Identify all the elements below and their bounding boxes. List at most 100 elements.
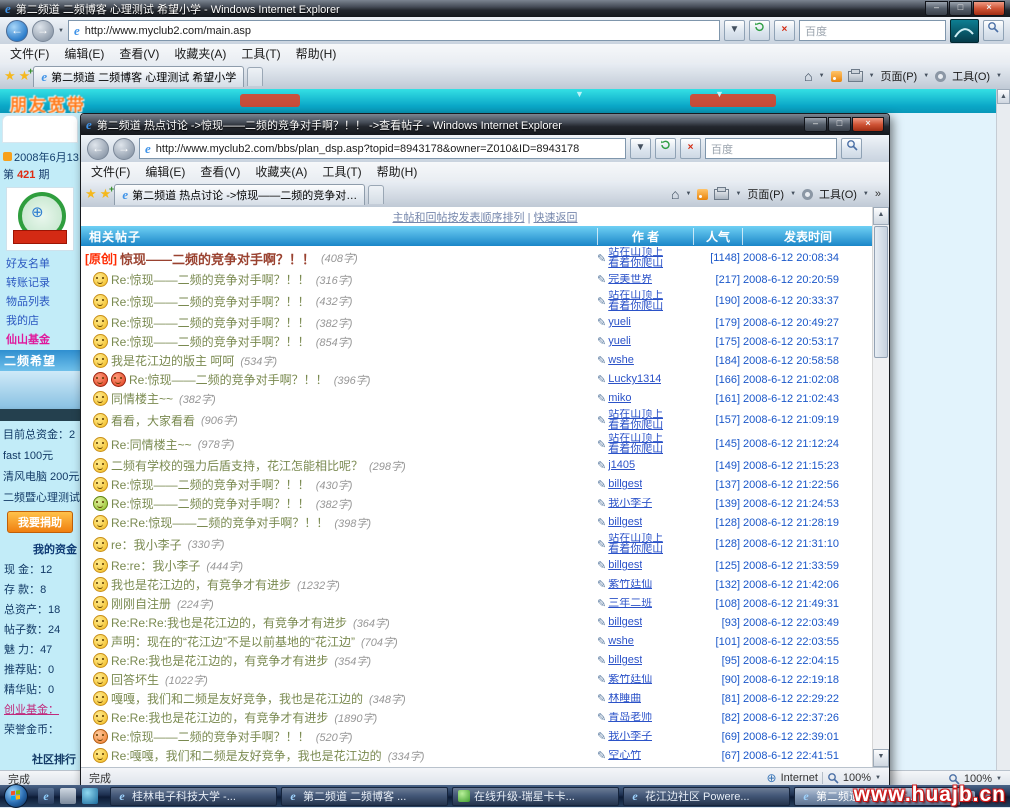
taskbar-item[interactable]: 第二频道 二频博客 ... — [281, 787, 448, 806]
search-go-button[interactable] — [983, 20, 1004, 41]
menu-item[interactable]: 查看(V) — [200, 163, 240, 180]
popup-zoom-level[interactable]: 100% — [843, 772, 871, 784]
page-dropdown-icon[interactable] — [790, 191, 796, 197]
scrollbar-thumb[interactable] — [874, 226, 888, 358]
post-title-link[interactable]: 嘎嘎，我们和二频是友好竞争，我也是花江边的 — [111, 690, 363, 707]
new-tab-button[interactable] — [247, 67, 263, 86]
page-dropdown-icon[interactable] — [923, 73, 929, 79]
print-icon[interactable] — [714, 189, 729, 200]
address-bar[interactable]: http://www.myclub2.com/bbs/plan_dsp.asp?… — [139, 138, 626, 159]
author-link[interactable]: 林睡曲 — [608, 693, 641, 704]
popup-scrollbar[interactable] — [872, 207, 889, 767]
show-desktop-icon[interactable] — [60, 788, 76, 804]
home-icon[interactable] — [671, 186, 679, 202]
home-dropdown-icon[interactable] — [819, 73, 825, 79]
history-dropdown-icon[interactable] — [58, 28, 64, 34]
menu-item[interactable]: 收藏夹(A) — [255, 163, 307, 180]
address-dropdown-button[interactable] — [724, 20, 745, 41]
quick-launch-ie-icon[interactable] — [38, 788, 54, 804]
post-title-link[interactable]: Re:Re:我也是花江边的，有竞争才有进步 — [111, 709, 328, 726]
sidebar-link[interactable]: 仙山基金 — [6, 331, 80, 347]
feed-icon[interactable] — [831, 71, 842, 82]
quick-launch-app-icon[interactable] — [82, 788, 98, 804]
author-link[interactable]: billgest — [608, 517, 642, 528]
tab-main[interactable]: 第二频道 二频博客 心理测试 希望小学 — [33, 66, 244, 87]
author-link[interactable]: 空心竹 — [608, 750, 641, 761]
more-toolbar-icon[interactable] — [875, 188, 881, 200]
scroll-down-icon[interactable] — [873, 749, 889, 767]
back-button[interactable] — [87, 138, 109, 160]
minimize-button[interactable] — [804, 117, 827, 132]
tools-dropdown-icon[interactable] — [863, 191, 869, 197]
post-title-link[interactable]: re：我小李子 — [111, 536, 182, 553]
menu-item[interactable]: 收藏夹(A) — [174, 45, 226, 62]
taskbar-item[interactable]: 花江边社区 Powere... — [623, 787, 790, 806]
post-title-link[interactable]: 我是花江边的版主 呵呵 — [111, 352, 234, 369]
home-icon[interactable] — [804, 68, 812, 84]
sort-note-link[interactable]: 主帖和回帖按发表顺序排列 — [393, 212, 525, 224]
post-title-link[interactable]: Re:re：我小李子 — [111, 557, 200, 574]
community-rank-link[interactable]: 社区排行 — [0, 751, 76, 767]
close-button[interactable] — [973, 1, 1005, 16]
author-link[interactable]: 站在山顶上看着你爬山 — [608, 290, 663, 312]
sidebar-link[interactable]: 我的店 — [6, 312, 80, 328]
author-link[interactable]: 完美世界 — [608, 274, 652, 285]
favorites-icon[interactable] — [4, 68, 16, 84]
post-title-link[interactable]: 二频有学校的强力后盾支持，花江怎能相比呢？ — [111, 457, 363, 474]
post-title-link[interactable]: Re:惊现——二频的竞争对手啊？！！ — [111, 293, 310, 310]
author-link[interactable]: 青岛老师 — [608, 712, 652, 723]
taskbar-item[interactable]: 桂林电子科技大学 -... — [110, 787, 277, 806]
author-link[interactable]: yueli — [608, 336, 631, 347]
gear-icon[interactable] — [802, 189, 813, 200]
author-link[interactable]: billgest — [608, 655, 642, 666]
add-favorite-icon[interactable] — [19, 68, 31, 84]
post-title-link[interactable]: 看看，大家看看 — [111, 412, 195, 429]
print-dropdown-icon[interactable] — [735, 191, 741, 197]
print-dropdown-icon[interactable] — [869, 73, 875, 79]
add-favorite-icon[interactable] — [100, 186, 112, 202]
post-title-link[interactable]: Re:惊现——二频的竞争对手啊？！！ — [111, 314, 310, 331]
home-dropdown-icon[interactable] — [686, 191, 692, 197]
author-link[interactable]: 站在山顶上看着你爬山 — [608, 533, 663, 555]
maximize-button[interactable] — [949, 1, 972, 16]
author-link[interactable]: 我小李子 — [608, 731, 652, 742]
author-link[interactable]: Lucky1314 — [608, 374, 661, 385]
forward-button[interactable] — [32, 20, 54, 42]
sidebar-link[interactable]: 转账记录 — [6, 274, 80, 290]
refresh-button[interactable] — [749, 20, 770, 41]
post-title-link[interactable]: 我也是花江边的，有竞争才有进步 — [111, 576, 291, 593]
post-title-link[interactable]: Re:惊现——二频的竞争对手啊？！！ — [111, 333, 310, 350]
menu-item[interactable]: 工具(T) — [322, 163, 361, 180]
post-title-link[interactable]: Re:惊现——二频的竞争对手啊？！！ — [111, 495, 310, 512]
menu-item[interactable]: 查看(V) — [119, 45, 159, 62]
post-title-link[interactable]: Re:惊现——二频的竞争对手啊？！！ — [111, 476, 310, 493]
post-title-link[interactable]: Re:Re:Re:我也是花江边的，有竞争才有进步 — [111, 614, 347, 631]
favorites-icon[interactable] — [85, 186, 97, 202]
search-box[interactable]: 百度 — [799, 20, 946, 41]
back-button[interactable] — [6, 20, 28, 42]
main-scrollbar[interactable] — [996, 89, 1010, 770]
scrollbar-track[interactable] — [873, 359, 889, 749]
post-title-link[interactable]: Re:惊现——二频的竞争对手啊？！！ — [129, 371, 328, 388]
author-link[interactable]: billgest — [608, 479, 642, 490]
tools-menu[interactable]: 工具(O) — [819, 186, 857, 202]
post-title-link[interactable]: Re:同情楼主~~ — [111, 436, 192, 453]
stop-button[interactable] — [680, 138, 701, 159]
post-title-link[interactable]: Re:Re:我也是花江边的，有竞争才有进步 — [111, 652, 328, 669]
menu-item[interactable]: 编辑(E) — [145, 163, 185, 180]
sidebar-link[interactable]: 物品列表 — [6, 293, 80, 309]
author-link[interactable]: j1405 — [608, 460, 635, 471]
sidebar-link[interactable]: 好友名单 — [6, 255, 80, 271]
refresh-button[interactable] — [655, 138, 676, 159]
author-link[interactable]: 站在山顶上看着你爬山 — [608, 247, 663, 269]
search-box[interactable]: 百度 — [705, 138, 837, 159]
page-menu[interactable]: 页面(P) — [747, 186, 784, 202]
menu-item[interactable]: 文件(F) — [91, 163, 130, 180]
post-title-link[interactable]: 声明：现在的“花江边”不是以前基地的“花江边” — [111, 633, 355, 650]
maximize-button[interactable] — [828, 117, 851, 132]
zoom-dropdown-icon[interactable] — [996, 776, 1002, 782]
menu-item[interactable]: 编辑(E) — [64, 45, 104, 62]
print-icon[interactable] — [848, 71, 863, 82]
author-link[interactable]: 站在山顶上看着你爬山 — [608, 409, 663, 431]
author-link[interactable]: 我小李子 — [608, 498, 652, 509]
